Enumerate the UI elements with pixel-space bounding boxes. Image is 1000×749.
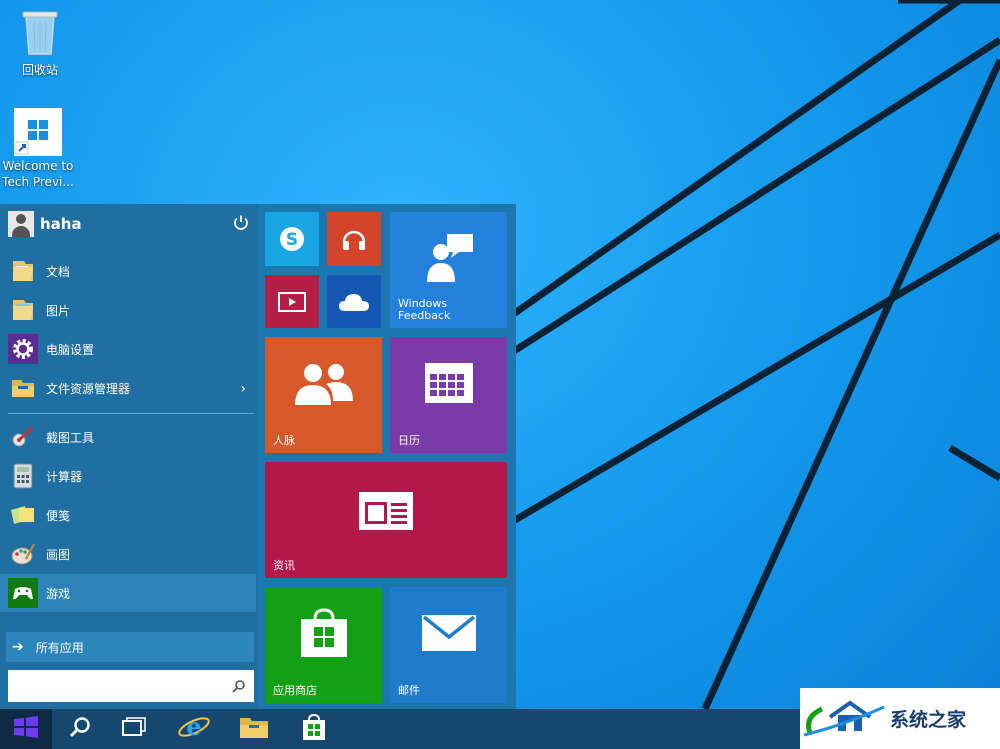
- tile-label: 资讯: [273, 559, 295, 572]
- menu-item-label: 文档: [46, 264, 71, 279]
- file-explorer-icon: [8, 373, 38, 403]
- avatar: [8, 211, 34, 237]
- tile-label: 邮件: [398, 684, 420, 697]
- menu-item-label: 图片: [46, 303, 71, 318]
- store-bag-icon: [265, 587, 382, 680]
- file-explorer-taskbar-button[interactable]: [228, 709, 280, 749]
- tile-label: 应用商店: [273, 684, 317, 697]
- search-icon[interactable]: [232, 678, 246, 697]
- news-icon: [265, 462, 507, 561]
- gear-icon: [8, 334, 38, 364]
- chevron-right-icon[interactable]: ›: [240, 381, 246, 397]
- tile-skype[interactable]: S: [265, 212, 319, 266]
- watermark-text: 系统之家: [890, 709, 967, 731]
- mail-icon: [390, 587, 507, 680]
- start-menu: haha 文档 图片 电脑设置 文件资源管理器 › 截图工具 计算器 便笺 画图…: [0, 204, 516, 709]
- tile-calendar[interactable]: 日历: [390, 337, 507, 453]
- recycle-bin-label: 回收站: [21, 63, 58, 77]
- task-view-icon: [122, 717, 146, 741]
- menu-item-label: 电脑设置: [46, 342, 95, 357]
- menu-item-label: 截图工具: [46, 430, 95, 445]
- house-logo-icon: [800, 695, 886, 743]
- all-apps-label: 所有应用: [35, 640, 84, 655]
- tile-label: 人脉: [273, 434, 295, 447]
- all-apps-button[interactable]: ➔ 所有应用: [6, 632, 254, 662]
- pictures-folder-icon: [8, 295, 38, 325]
- people-icon: [265, 337, 382, 430]
- menu-item-sticky-notes[interactable]: 便笺: [0, 496, 256, 534]
- welcome-label-line2: Tech Previ...: [2, 175, 74, 189]
- svg-text:e: e: [186, 712, 201, 741]
- tile-video[interactable]: [265, 275, 319, 328]
- recycle-bin-icon: [4, 6, 76, 60]
- menu-item-games[interactable]: 游戏: [0, 574, 256, 612]
- svg-text:S: S: [286, 230, 298, 250]
- tile-people[interactable]: 人脉: [265, 337, 382, 453]
- tile-label: Windows Feedback: [398, 297, 451, 322]
- menu-item-file-explorer[interactable]: 文件资源管理器 ›: [0, 369, 256, 407]
- menu-item-label: 文件资源管理器: [46, 381, 131, 396]
- skype-icon: S: [265, 212, 319, 266]
- menu-item-snipping-tool[interactable]: 截图工具: [0, 418, 256, 456]
- windows-start-icon: [13, 716, 39, 742]
- tile-onedrive[interactable]: [327, 275, 381, 328]
- search-icon: [69, 716, 91, 742]
- snipping-tool-icon: [8, 422, 38, 452]
- paint-palette-icon: [8, 539, 38, 569]
- menu-item-calculator[interactable]: 计算器: [0, 457, 256, 495]
- menu-item-pc-settings[interactable]: 电脑设置: [0, 330, 256, 368]
- user-name: haha: [40, 215, 82, 233]
- store-taskbar-button[interactable]: [288, 709, 340, 749]
- menu-item-label: 游戏: [46, 586, 71, 601]
- menu-item-label: 画图: [46, 547, 71, 562]
- start-button[interactable]: [0, 709, 52, 749]
- task-view-button[interactable]: [108, 709, 160, 749]
- internet-explorer-button[interactable]: e: [168, 709, 220, 749]
- user-account[interactable]: haha: [0, 204, 258, 244]
- documents-folder-icon: [8, 256, 38, 286]
- tile-store[interactable]: 应用商店: [265, 587, 382, 703]
- sticky-notes-icon: [8, 500, 38, 530]
- calculator-icon: [8, 461, 38, 491]
- tile-windows-feedback[interactable]: Windows Feedback: [390, 212, 507, 328]
- search-input[interactable]: [12, 670, 222, 700]
- windows-logo-icon: [14, 108, 62, 156]
- watermark: 系统之家: [800, 688, 1000, 749]
- video-icon: [265, 275, 319, 328]
- tile-label: 日历: [398, 434, 420, 447]
- games-icon: [8, 578, 38, 608]
- menu-item-paint[interactable]: 画图: [0, 535, 256, 573]
- cloud-icon: [327, 275, 381, 328]
- calendar-icon: [390, 337, 507, 430]
- headphones-icon: [327, 212, 381, 266]
- file-explorer-icon: [239, 715, 269, 743]
- recycle-bin-shortcut[interactable]: 回收站: [4, 6, 76, 78]
- feedback-icon: [390, 212, 507, 305]
- welcome-shortcut[interactable]: Welcome to Tech Previ...: [2, 108, 74, 190]
- taskbar-search-button[interactable]: [54, 709, 106, 749]
- tile-mail[interactable]: 邮件: [390, 587, 507, 703]
- menu-item-label: 计算器: [46, 469, 83, 484]
- welcome-label-line1: Welcome to: [2, 159, 74, 173]
- store-icon: [301, 713, 327, 745]
- menu-item-pictures[interactable]: 图片: [0, 291, 256, 329]
- power-icon[interactable]: [232, 214, 250, 232]
- arrow-right-icon: ➔: [12, 639, 24, 655]
- divider: [8, 413, 254, 414]
- menu-item-label: 便笺: [46, 508, 71, 523]
- tile-news[interactable]: 资讯: [265, 462, 507, 578]
- internet-explorer-icon: e: [177, 712, 211, 746]
- tile-music[interactable]: [327, 212, 381, 266]
- start-left-pane: haha 文档 图片 电脑设置 文件资源管理器 › 截图工具 计算器 便笺 画图…: [0, 204, 258, 709]
- search-box: [8, 670, 254, 702]
- menu-item-documents[interactable]: 文档: [0, 252, 256, 290]
